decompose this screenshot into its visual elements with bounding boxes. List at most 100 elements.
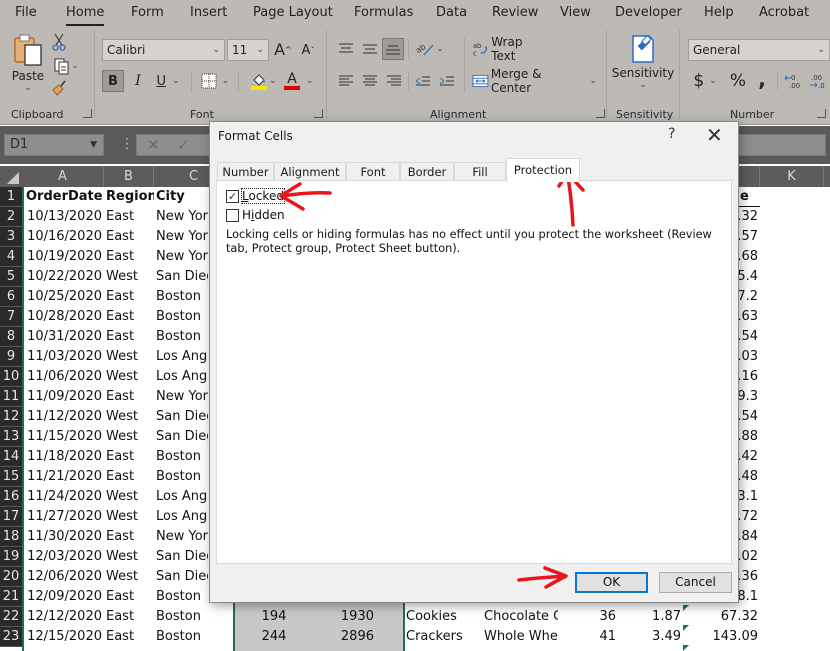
row-header[interactable]: 1 <box>0 187 22 207</box>
cell-g[interactable]: Chocolate Chip <box>484 607 558 627</box>
cell-region[interactable]: West <box>106 267 154 287</box>
row-header[interactable]: 3 <box>0 227 22 247</box>
cell-city[interactable]: Boston <box>156 327 208 347</box>
tab-data[interactable]: Data <box>436 5 467 20</box>
close-icon[interactable]: ✕ <box>706 123 723 147</box>
cell-region[interactable]: East <box>106 447 154 467</box>
bottom-align-button[interactable] <box>382 38 404 60</box>
tab-protection[interactable]: Protection <box>506 158 580 182</box>
cell-j[interactable]: 143.09 <box>690 627 759 647</box>
cell-orderdate[interactable]: 10/19/2020 <box>24 247 102 267</box>
tab-font[interactable]: Font <box>346 162 400 181</box>
cell-orderdate[interactable]: 11/03/2020 <box>24 347 102 367</box>
row-header[interactable]: 12 <box>0 407 22 427</box>
cell-f[interactable]: Crackers <box>406 627 482 647</box>
ok-button[interactable]: OK <box>575 572 648 593</box>
tab-help[interactable]: Help <box>704 5 734 20</box>
cell-orderdate[interactable]: 12/15/2020 <box>24 627 102 647</box>
tab-form[interactable]: Form <box>131 5 164 20</box>
cell-e[interactable]: 2896 <box>320 627 374 647</box>
cell-region[interactable]: East <box>106 207 154 227</box>
select-all-button[interactable] <box>0 166 22 187</box>
cell-city[interactable]: Boston <box>156 467 208 487</box>
cell-region[interactable]: East <box>106 247 154 267</box>
cell-city[interactable]: Los Angeles <box>156 507 208 527</box>
cell-region[interactable]: East <box>106 527 154 547</box>
tab-border[interactable]: Border <box>400 162 454 181</box>
cell-h[interactable]: 41 <box>590 627 616 647</box>
number-launcher-icon[interactable] <box>817 109 826 118</box>
middle-align-button[interactable] <box>360 38 380 60</box>
tab-number[interactable]: Number <box>217 162 274 181</box>
row-header[interactable]: 6 <box>0 287 22 307</box>
top-align-button[interactable] <box>336 38 356 60</box>
cell-city[interactable]: San Diego <box>156 267 208 287</box>
row-header[interactable]: 8 <box>0 327 22 347</box>
cell-city[interactable]: Los Angeles <box>156 347 208 367</box>
percent-style-button[interactable]: % <box>727 70 749 92</box>
cell-f[interactable]: Cookies <box>406 607 482 627</box>
cell-region[interactable]: West <box>106 567 154 587</box>
underline-button[interactable]: U ⌄ <box>152 70 184 92</box>
cell-city[interactable]: New York <box>156 207 208 227</box>
cell-i[interactable]: 1.87 <box>626 607 681 627</box>
tab-acrobat[interactable]: Acrobat <box>759 5 809 20</box>
row-header[interactable]: 19 <box>0 547 22 567</box>
row-header[interactable]: 16 <box>0 487 22 507</box>
cell-orderdate[interactable]: 11/18/2020 <box>24 447 102 467</box>
tab-page-layout[interactable]: Page Layout <box>253 5 333 20</box>
tab-insert[interactable]: Insert <box>190 5 227 20</box>
increase-decimal-button[interactable]: 0.00 <box>783 70 803 92</box>
cell-region[interactable]: East <box>106 387 154 407</box>
row-header[interactable]: 7 <box>0 307 22 327</box>
tab-developer[interactable]: Developer <box>615 5 682 20</box>
cell-d[interactable]: 194 <box>244 607 304 627</box>
help-icon[interactable]: ? <box>668 126 675 142</box>
decrease-indent-button[interactable] <box>413 70 433 92</box>
locked-checkbox[interactable]: ✓ <box>226 190 239 203</box>
font-size-combo[interactable]: 11 ⌄ <box>227 39 269 61</box>
increase-font-size-button[interactable]: A ^ <box>273 38 293 60</box>
tab-home[interactable]: Home <box>66 5 104 20</box>
cell-orderdate[interactable]: 11/21/2020 <box>24 467 102 487</box>
cell-city[interactable]: Los Angeles <box>156 487 208 507</box>
cancel-icon[interactable]: ✕ <box>147 136 160 154</box>
merge-center-button[interactable]: Merge & Center ⌄ <box>472 67 597 95</box>
cell-orderdate[interactable]: 11/06/2020 <box>24 367 102 387</box>
cell-region[interactable]: West <box>106 347 154 367</box>
cell-orderdate[interactable]: 11/15/2020 <box>24 427 102 447</box>
cell-j[interactable]: 67.32 <box>690 607 758 627</box>
cell-orderdate[interactable]: 11/30/2020 <box>24 527 102 547</box>
cell-city[interactable]: San Diego <box>156 407 208 427</box>
row-header[interactable]: 20 <box>0 567 22 587</box>
cell-region[interactable]: East <box>106 327 154 347</box>
decrease-decimal-button[interactable]: .00.0 <box>807 70 827 92</box>
header-cell-city[interactable]: City <box>156 187 208 207</box>
cell-city[interactable]: New York <box>156 527 208 547</box>
header-cell-region[interactable]: Region <box>106 187 154 207</box>
enter-icon[interactable]: ✓ <box>177 136 190 154</box>
cell-city[interactable]: Boston <box>156 627 208 647</box>
row-header[interactable]: 18 <box>0 527 22 547</box>
paste-button[interactable]: Paste ⌄ <box>10 32 46 94</box>
cell-orderdate[interactable]: 11/12/2020 <box>24 407 102 427</box>
tab-formulas[interactable]: Formulas <box>354 5 413 20</box>
row-header[interactable]: 9 <box>0 347 22 367</box>
cell-city[interactable]: New York <box>156 247 208 267</box>
hidden-checkbox[interactable] <box>226 209 239 222</box>
cell-orderdate[interactable]: 11/09/2020 <box>24 387 102 407</box>
locked-label[interactable]: Locked <box>241 188 285 204</box>
cell-i[interactable]: 3.49 <box>626 627 681 647</box>
cell-region[interactable]: East <box>106 627 154 647</box>
row-header[interactable]: 10 <box>0 367 22 387</box>
row-header[interactable]: 4 <box>0 247 22 267</box>
cell-orderdate[interactable]: 11/24/2020 <box>24 487 102 507</box>
font-launcher-icon[interactable] <box>314 109 323 118</box>
cell-region[interactable]: East <box>106 287 154 307</box>
name-box[interactable]: D1 ▼ <box>4 134 104 156</box>
cell-orderdate[interactable]: 12/06/2020 <box>24 567 102 587</box>
row-header[interactable]: 13 <box>0 427 22 447</box>
decrease-font-size-button[interactable]: Aˇ <box>298 40 318 60</box>
cell-region[interactable]: East <box>106 227 154 247</box>
clipboard-launcher-icon[interactable] <box>83 109 92 118</box>
